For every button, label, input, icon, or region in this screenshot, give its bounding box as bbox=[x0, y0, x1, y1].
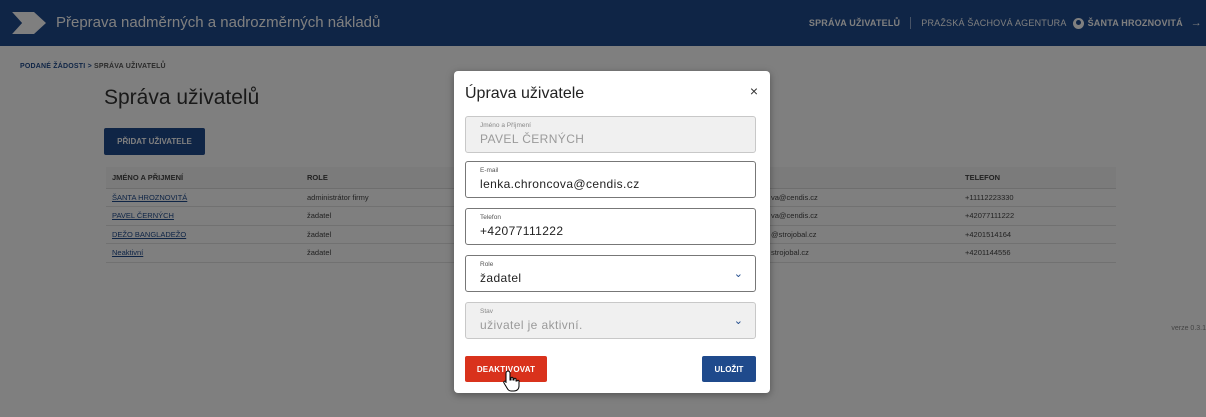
edit-user-dialog: Úprava uživatele × Jméno a Příjmení PAVE… bbox=[454, 71, 770, 393]
phone-field-label: Telefon bbox=[480, 214, 501, 221]
close-icon[interactable]: × bbox=[750, 83, 758, 99]
chevron-down-icon: ⌄ bbox=[733, 315, 743, 327]
role-select-value[interactable]: žadatel bbox=[480, 271, 522, 285]
email-field[interactable]: E-mail lenka.chroncova@cendis.cz bbox=[465, 161, 756, 198]
status-select: Stav uživatel je aktivní. ⌄ bbox=[465, 302, 756, 339]
phone-field-value[interactable]: +42077111222 bbox=[480, 224, 563, 238]
status-select-label: Stav bbox=[480, 308, 494, 315]
role-select[interactable]: Role žadatel ⌄ bbox=[465, 255, 756, 292]
phone-field[interactable]: Telefon +42077111222 bbox=[465, 208, 756, 245]
chevron-down-icon[interactable]: ⌄ bbox=[734, 267, 743, 280]
hand-pointer-icon bbox=[503, 370, 520, 392]
role-select-label: Role bbox=[480, 261, 494, 268]
email-field-value[interactable]: lenka.chroncova@cendis.cz bbox=[480, 177, 640, 191]
name-field-label: Jméno a Příjmení bbox=[480, 122, 531, 129]
status-select-value: uživatel je aktivní. bbox=[480, 318, 583, 332]
save-button[interactable]: ULOŽIT bbox=[702, 356, 756, 382]
email-field-label: E-mail bbox=[480, 167, 499, 174]
name-field-value: PAVEL ČERNÝCH bbox=[480, 132, 585, 146]
dialog-title: Úprava uživatele bbox=[465, 85, 585, 102]
name-field: Jméno a Příjmení PAVEL ČERNÝCH bbox=[465, 116, 756, 153]
